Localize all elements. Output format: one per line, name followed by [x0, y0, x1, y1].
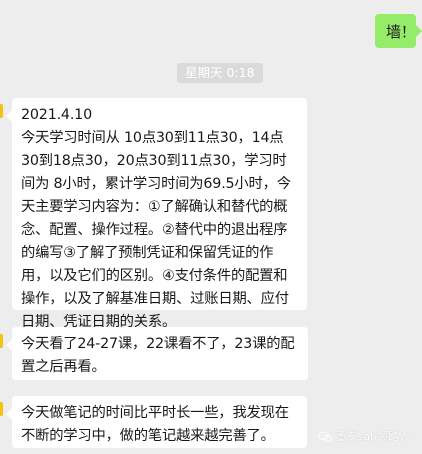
timestamp-divider: 星期天 0:18: [177, 63, 263, 83]
received-message-bubble[interactable]: 2021.4.10 今天学习时间从 10点30到11点30，14点30到18点3…: [6, 98, 307, 330]
received-message-bubble[interactable]: 今天做笔记的时间比平时长一些，我发现在不断的学习中，做的笔记越来越完善了。: [6, 396, 307, 448]
avatar: [0, 334, 3, 348]
avatar: [0, 104, 3, 118]
watermark: 董泰sap领路人: [317, 430, 410, 444]
received-message-bubble[interactable]: 今天看了24-27课，22课看不了，23课的配置之后再看。: [6, 327, 308, 380]
sent-message-bubble[interactable]: 墙！: [375, 14, 422, 48]
avatar: [0, 402, 3, 416]
chat-window: 墙！ 星期天 0:18 2021.4.10 今天学习时间从 10点30到11点3…: [0, 0, 422, 454]
wechat-official-account-icon: [317, 431, 332, 442]
watermark-text: 董泰sap领路人: [335, 430, 410, 443]
